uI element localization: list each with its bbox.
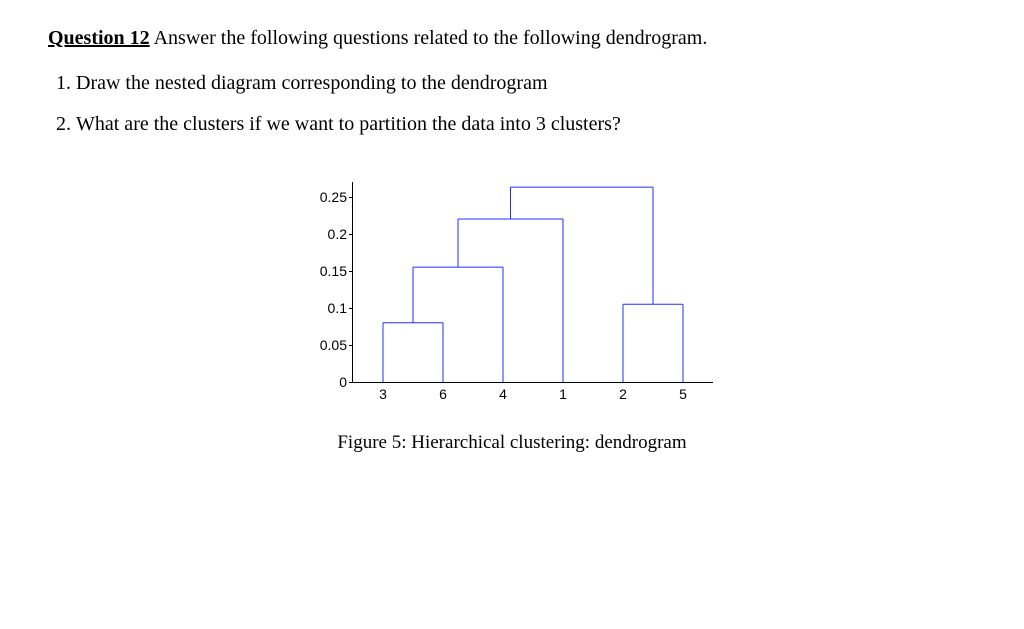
- question-heading: Question 12 Answer the following questio…: [48, 24, 976, 52]
- leaf-label: 2: [619, 382, 627, 402]
- ytick-label: 0.15: [320, 263, 353, 279]
- figure: 00.050.10.150.20.25364125 Figure 5: Hier…: [277, 172, 747, 454]
- question-item-2: What are the clusters if we want to part…: [76, 111, 976, 138]
- figure-caption: Figure 5: Hierarchical clustering: dendr…: [277, 432, 747, 454]
- question-number: Question 12: [48, 27, 150, 49]
- plot-axes: 00.050.10.150.20.25364125: [352, 182, 713, 383]
- leaf-label: 4: [499, 382, 507, 402]
- question-prompt: Answer the following questions related t…: [154, 27, 708, 49]
- question-item-1: Draw the nested diagram corresponding to…: [76, 70, 976, 97]
- question-list: Draw the nested diagram corresponding to…: [76, 70, 976, 138]
- ytick-label: 0.25: [320, 189, 353, 205]
- leaf-label: 5: [679, 382, 687, 402]
- ytick-label: 0.05: [320, 337, 353, 353]
- dendrogram-plot: 00.050.10.150.20.25364125: [292, 172, 732, 412]
- leaf-label: 6: [439, 382, 447, 402]
- leaf-label: 1: [559, 382, 567, 402]
- dendrogram-lines: [353, 182, 713, 382]
- leaf-label: 3: [379, 382, 387, 402]
